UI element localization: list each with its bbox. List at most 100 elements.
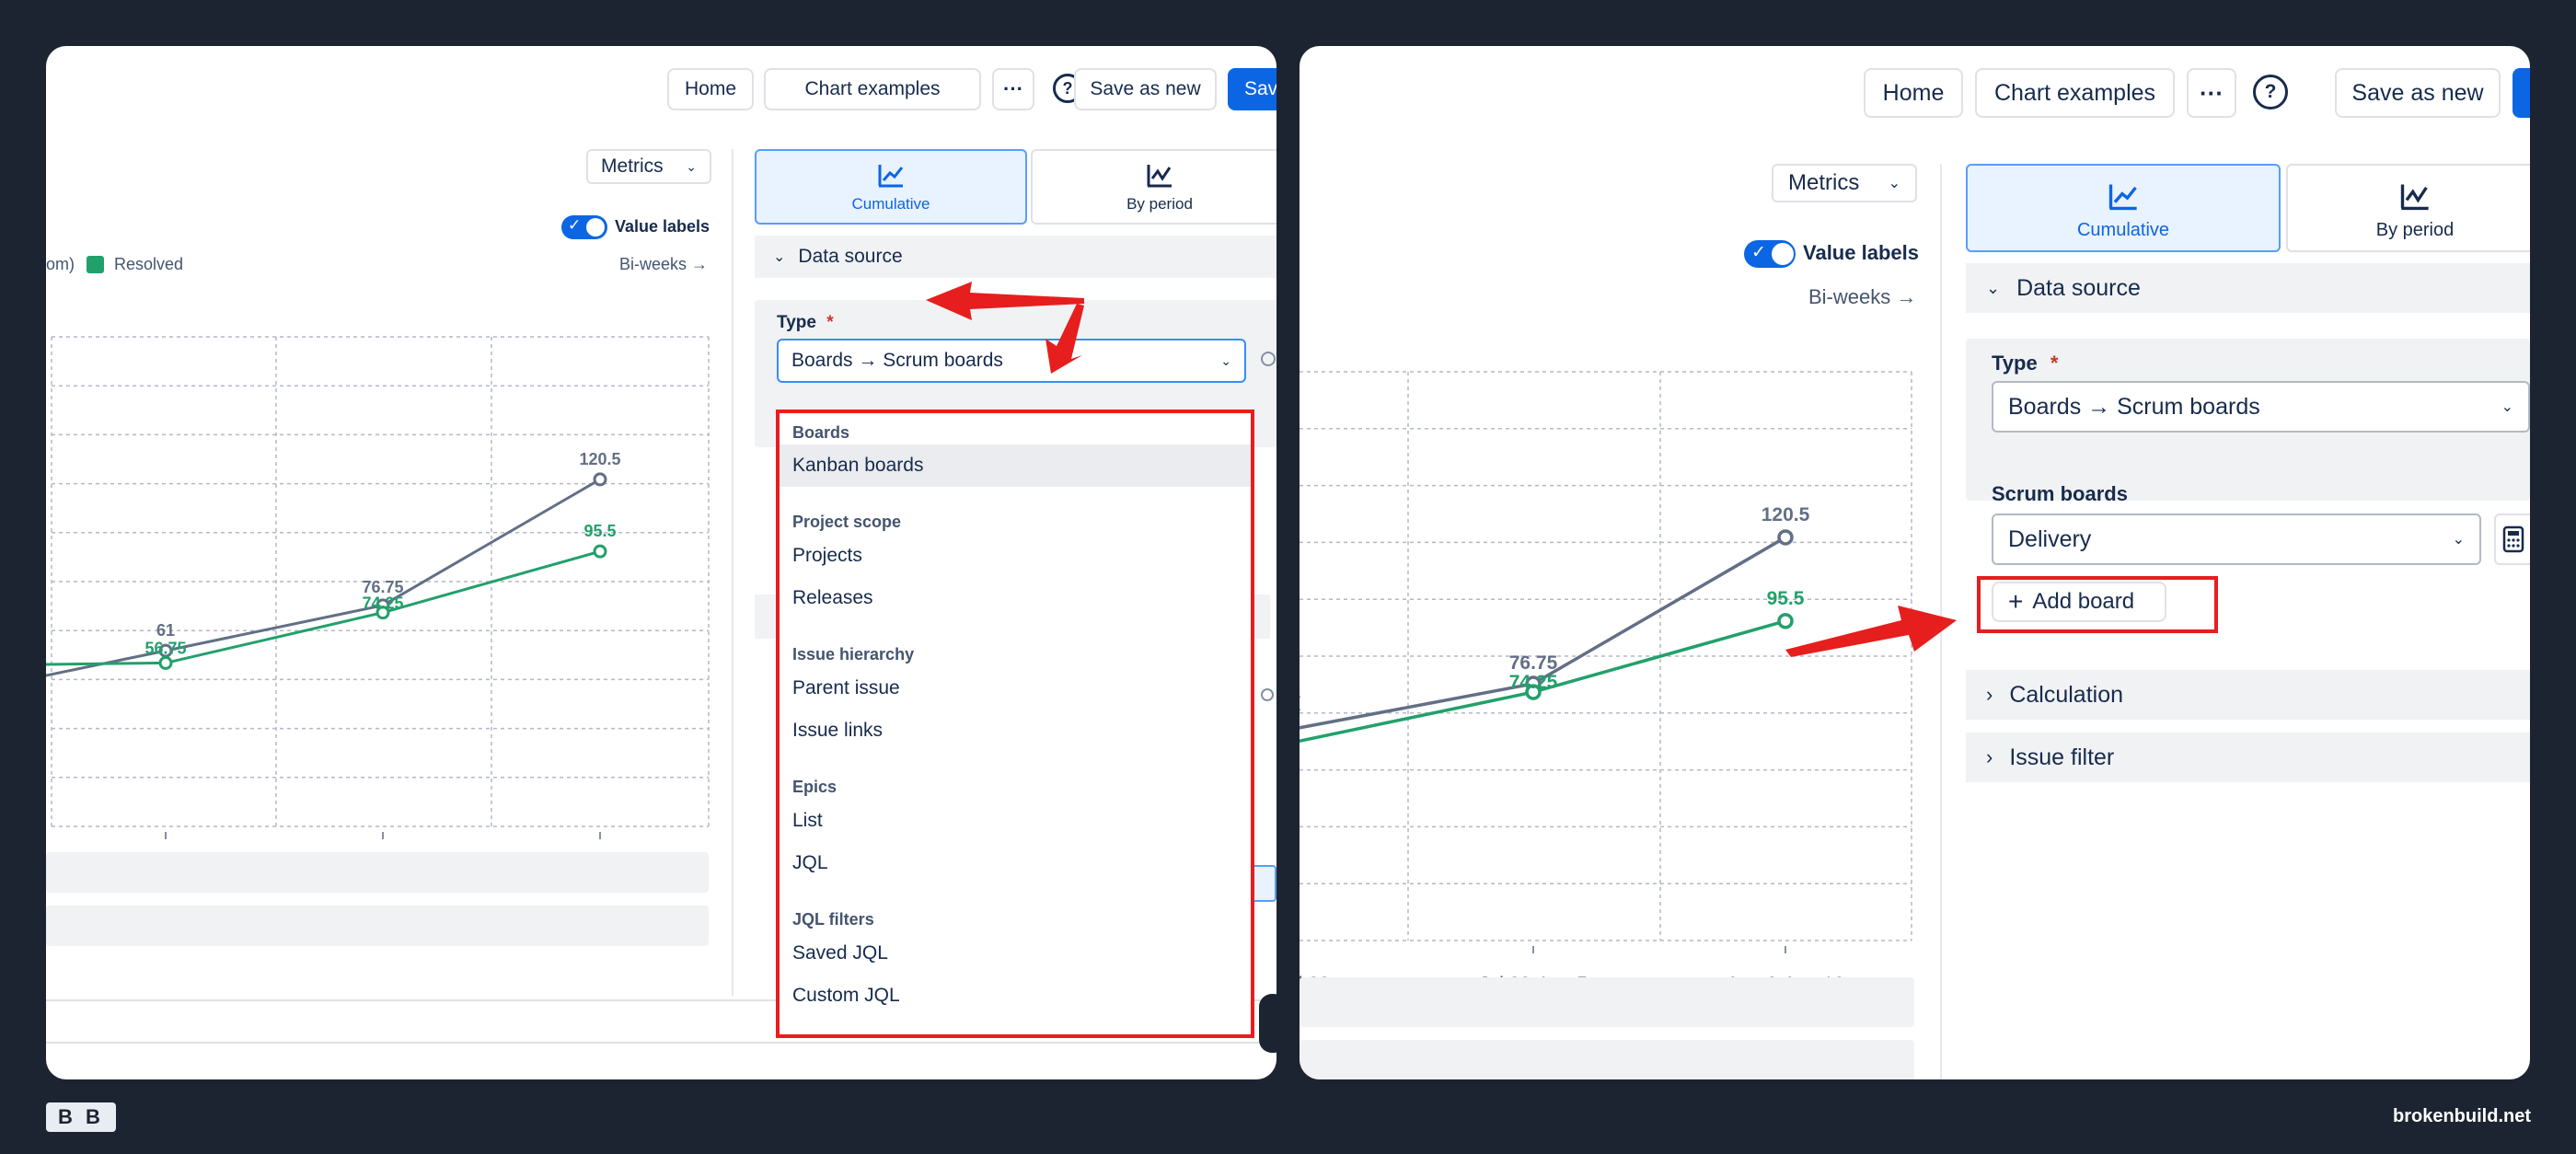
column-divider — [732, 149, 734, 996]
chevron-down-icon: ⌄ — [2452, 532, 2465, 548]
tab-by-period[interactable]: By period — [1031, 149, 1276, 225]
type-select-value: Boards → Scrum boards — [2008, 393, 2260, 420]
left-screenshot-panel: Home Chart examples ··· ? Save as new Sa… — [46, 46, 1276, 1079]
issue-filter-title: Issue filter — [2009, 744, 2115, 770]
calculator-button[interactable] — [2494, 514, 2530, 565]
tab-cumulative[interactable]: Cumulative — [1966, 164, 2281, 252]
scrum-boards-select[interactable]: Delivery ⌄ — [1992, 514, 2481, 565]
data-point — [158, 655, 173, 670]
type-dropdown-menu: Boards Kanban boards Project scope Proje… — [776, 410, 1254, 1038]
help-button[interactable]: ? — [2253, 75, 2288, 110]
legend-resolved-swatch — [87, 256, 104, 273]
menu-item-custom-jql[interactable]: Custom JQL — [780, 975, 1251, 1017]
legend-resolved-label[interactable]: Resolved — [114, 255, 183, 274]
chart-line-icon — [2400, 184, 2429, 211]
add-board-label: Add board — [2032, 589, 2135, 614]
chart-footer-row-2 — [1300, 1040, 1914, 1079]
data-source-section[interactable]: ⌄ Data source — [1966, 263, 2530, 313]
value-labels-label: Value labels — [615, 217, 710, 236]
annotation-arrows — [926, 282, 1084, 374]
chart-examples-button[interactable]: Chart examples — [764, 68, 981, 110]
chevron-right-icon: › — [1986, 683, 1993, 706]
toggle-knob — [586, 218, 605, 237]
bi-weeks-link[interactable]: Bi-weeks → — [619, 255, 708, 274]
trending-up-icon — [2108, 184, 2137, 211]
chevron-down-icon: ⌄ — [1888, 176, 1900, 191]
annotation-arrow-right — [1785, 606, 1957, 657]
scrum-board-value: Delivery — [2008, 525, 2092, 552]
menu-item-jql[interactable]: JQL — [780, 842, 1251, 884]
menu-item-list[interactable]: List — [780, 800, 1251, 842]
type-select[interactable]: Boards → Scrum boards ⌄ — [1992, 381, 2530, 433]
bi-weeks-link[interactable]: Bi-weeks → — [1808, 285, 1916, 309]
help-icon: ? — [2253, 75, 2288, 110]
save-as-new-button[interactable]: Save as new — [2335, 68, 2501, 118]
data-label: 95.5 — [583, 522, 616, 540]
save-as-new-button[interactable]: Save as new — [1074, 68, 1217, 110]
home-button[interactable]: Home — [667, 68, 754, 110]
menu-item-projects[interactable]: Projects — [780, 535, 1251, 577]
value-labels-toggle[interactable]: ✓ — [1744, 240, 1796, 268]
site-watermark: brokenbuild.net — [2393, 1106, 2531, 1126]
chevron-down-icon: ⌄ — [686, 158, 697, 174]
chart-footer-row-1 — [1300, 977, 1914, 1027]
required-mark: * — [826, 313, 834, 332]
legend-partial-label: om) — [46, 255, 75, 273]
tab-cumulative-label: Cumulative — [2076, 220, 2170, 240]
data-label: 56.75 — [144, 639, 186, 657]
menu-group-project-scope: Project scope — [792, 513, 902, 531]
data-point — [593, 472, 607, 487]
tab-cumulative-label: Cumulative — [851, 195, 930, 213]
type-label: Type * — [777, 313, 834, 333]
data-label: 74.25 — [362, 594, 403, 613]
menu-item-kanban-boards[interactable]: Kanban boards — [780, 444, 1251, 487]
menu-group-epics: Epics — [792, 778, 837, 796]
menu-group-issue-hierarchy: Issue hierarchy — [792, 645, 915, 664]
data-point — [1777, 529, 1794, 546]
check-icon: ✓ — [568, 216, 582, 234]
plus-icon: + — [2008, 587, 2024, 616]
value-labels-label: Value labels — [1803, 241, 1919, 264]
type-label-text: Type — [777, 313, 816, 332]
more-options-button[interactable]: ··· — [2187, 68, 2236, 118]
tab-cumulative[interactable]: Cumulative — [755, 149, 1027, 225]
data-label: 74.25 — [1509, 672, 1558, 693]
metrics-dropdown[interactable]: Metrics ⌄ — [586, 149, 711, 184]
chevron-down-icon: ⌄ — [773, 249, 786, 265]
data-label: 120.5 — [579, 450, 620, 468]
metrics-label: Metrics — [1788, 170, 1860, 195]
chart-examples-button[interactable]: Chart examples — [1975, 68, 2175, 118]
series-line-created — [46, 478, 601, 677]
home-button[interactable]: Home — [1864, 68, 1963, 118]
menu-item-saved-jql[interactable]: Saved JQL — [780, 932, 1251, 975]
more-options-button[interactable]: ··· — [992, 68, 1034, 110]
menu-group-boards: Boards — [792, 423, 850, 442]
issue-filter-section[interactable]: › Issue filter — [1966, 733, 2530, 782]
chevron-down-icon: ⌄ — [2501, 399, 2513, 415]
data-label: 120.5 — [1762, 504, 1810, 525]
add-board-button[interactable]: + Add board — [1992, 582, 2166, 622]
data-label: 76.75 — [1509, 652, 1558, 674]
chart-line-icon — [1147, 165, 1172, 188]
tab-by-period[interactable]: By period — [2286, 164, 2530, 252]
menu-item-releases[interactable]: Releases — [780, 577, 1251, 619]
info-icon[interactable] — [1261, 352, 1276, 366]
menu-item-parent-issue[interactable]: Parent issue — [780, 667, 1251, 710]
floating-widget — [1259, 994, 1276, 1053]
scrum-boards-label: Scrum boards — [1992, 482, 2128, 505]
trending-up-icon — [878, 165, 904, 188]
data-source-title: Data source — [2016, 274, 2141, 301]
tab-by-period-label: By period — [2375, 220, 2455, 240]
metrics-dropdown[interactable]: Metrics ⌄ — [1772, 164, 1917, 202]
save-button[interactable] — [2512, 68, 2530, 118]
type-label-text: Type — [1992, 352, 2038, 375]
annotation-arrow-down — [1045, 304, 1084, 374]
menu-item-issue-links[interactable]: Issue links — [780, 710, 1251, 752]
save-button[interactable]: Save — [1228, 68, 1276, 110]
right-screenshot-panel: Home Chart examples ··· ? Save as new Me… — [1300, 46, 2530, 1079]
metrics-label: Metrics — [601, 156, 664, 177]
value-labels-toggle[interactable]: ✓ — [561, 215, 607, 239]
info-icon — [1261, 688, 1274, 701]
chart-footer-row-1 — [46, 852, 709, 893]
calculation-section[interactable]: › Calculation — [1966, 670, 2530, 720]
